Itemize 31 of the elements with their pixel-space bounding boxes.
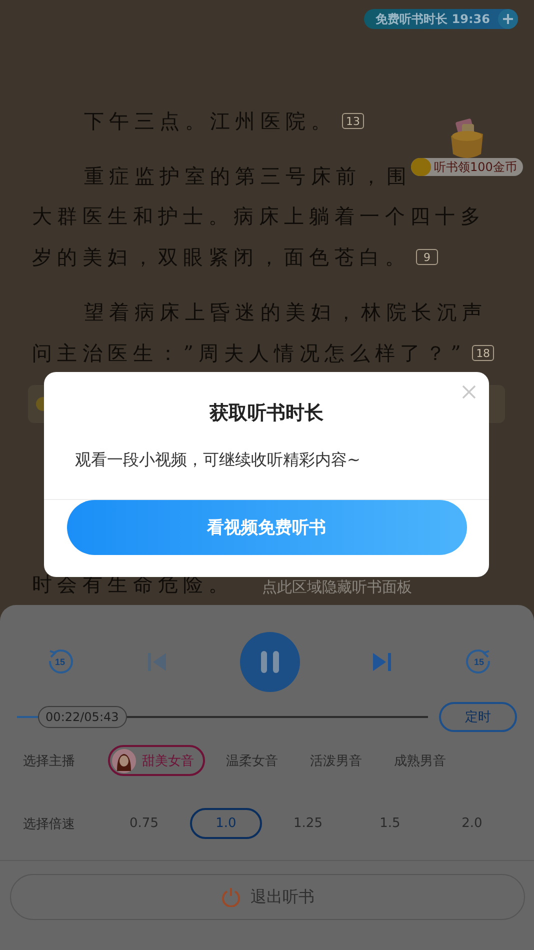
dialog-title: 获取听书时长 [210,401,324,426]
narrator-option[interactable]: 温柔女音 [215,745,289,776]
speed-option[interactable]: 1.5 [354,808,426,839]
exit-listening-button[interactable]: 退出听书 [10,874,525,920]
playback-time[interactable]: 00:22/05:43 [38,706,127,728]
avatar-icon [112,748,136,772]
forward-button[interactable]: 15 [464,647,494,677]
rewind-button[interactable]: 15 [45,647,75,677]
power-icon [220,887,240,907]
hide-panel-hint[interactable]: 点此区域隐藏听书面板 [262,578,412,597]
next-button[interactable] [370,651,393,673]
dialog-message: 观看一段小视频，可继续收听精彩内容~ [75,450,360,471]
comment-count[interactable]: 13 [342,113,364,130]
comment-count[interactable]: 18 [472,345,494,362]
speed-option[interactable]: 1.0 [190,808,262,839]
speed-label: 选择倍速 [23,816,76,832]
close-icon[interactable] [461,384,477,400]
plus-icon [502,13,514,25]
comment-count[interactable]: 9 [416,249,438,266]
speed-option[interactable]: 2.0 [436,808,508,839]
watch-video-button[interactable]: 看视频免费听书 [66,500,466,555]
narrator-option[interactable]: 甜美女音 [108,745,205,776]
pause-icon [258,650,280,674]
narrator-label: 选择主播 [23,752,76,770]
free-listening-pill[interactable]: 免费听书时长 19:36 [364,9,518,29]
coin-reward-badge[interactable]: 听书领100金币 [411,158,523,176]
narrator-option[interactable]: 成熟男音 [383,745,457,776]
timer-button[interactable]: 定时 [439,702,517,732]
speed-option[interactable]: 1.25 [272,808,344,839]
narrator-option[interactable]: 活泼男音 [299,745,373,776]
speed-option[interactable]: 0.75 [108,808,180,839]
